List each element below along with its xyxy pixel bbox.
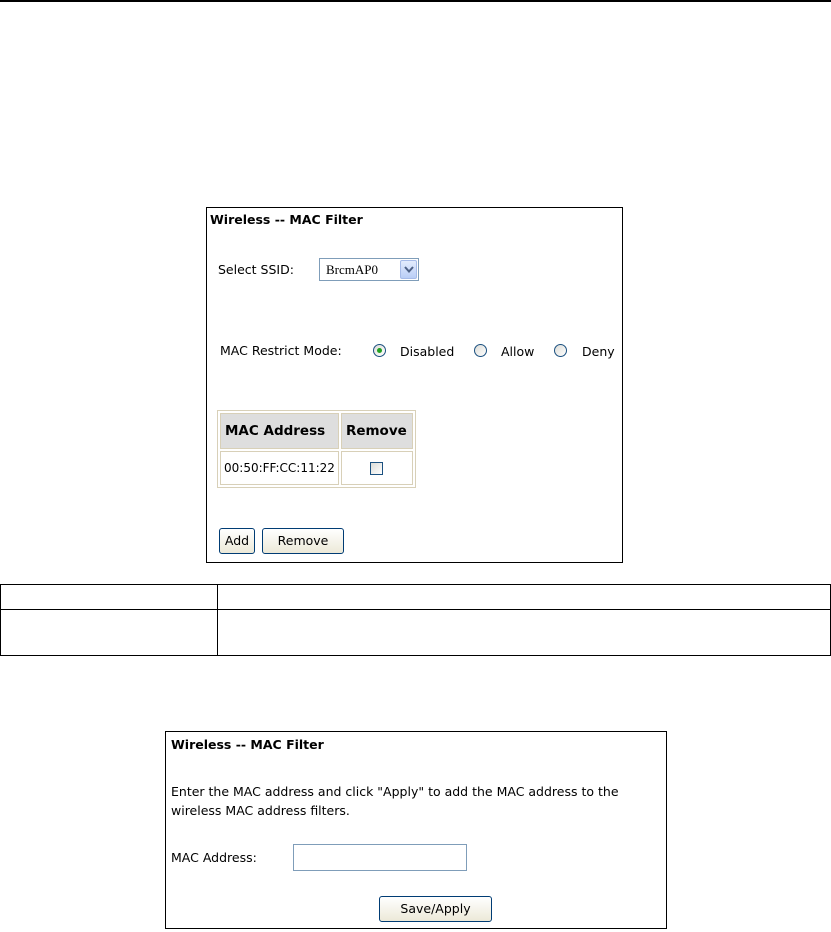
mac-address-header: MAC Address (220, 413, 339, 449)
add-mac-title: Wireless -- MAC Filter (171, 737, 324, 752)
radio-deny-label: Deny (582, 344, 615, 359)
radio-allow-label: Allow (501, 344, 535, 359)
instruction-line-2: wireless MAC address filters. (171, 803, 350, 818)
instruction-line-1: Enter the MAC address and click "Apply" … (171, 784, 619, 799)
description-cell (217, 609, 831, 656)
mac-address-input[interactable] (293, 844, 467, 871)
remove-checkbox[interactable] (370, 462, 384, 475)
description-cell (0, 584, 218, 610)
add-mac-panel: Wireless -- MAC Filter Enter the MAC add… (165, 731, 667, 929)
table-row: 00:50:FF:CC:11:22 (220, 451, 413, 485)
radio-deny[interactable] (554, 344, 567, 357)
save-apply-button[interactable]: Save/Apply (379, 896, 492, 922)
radio-disabled-label: Disabled (400, 344, 455, 359)
description-table (0, 584, 831, 656)
mac-filter-title: Wireless -- MAC Filter (210, 212, 363, 227)
mac-filter-panel: Wireless -- MAC Filter Select SSID: Brcm… (206, 207, 623, 563)
table-row (0, 609, 831, 656)
select-ssid-label: Select SSID: (218, 262, 294, 277)
ssid-select-value: BrcmAP0 (326, 262, 378, 277)
description-cell (217, 584, 831, 610)
mac-address-table: MAC Address Remove 00:50:FF:CC:11:22 (217, 410, 416, 488)
mac-restrict-mode-label: MAC Restrict Mode: (220, 343, 342, 358)
page-top-rule (0, 0, 831, 2)
table-header-row: MAC Address Remove (220, 413, 413, 449)
description-cell (0, 609, 218, 656)
mac-address-label: MAC Address: (171, 850, 257, 865)
radio-disabled[interactable] (373, 344, 386, 357)
remove-cell (340, 451, 413, 485)
radio-allow[interactable] (474, 344, 487, 357)
mac-address-cell: 00:50:FF:CC:11:22 (220, 451, 339, 485)
chevron-down-icon[interactable] (400, 260, 417, 279)
ssid-select[interactable]: BrcmAP0 (319, 258, 419, 281)
remove-button[interactable]: Remove (262, 528, 344, 554)
remove-header: Remove (340, 413, 413, 449)
add-button[interactable]: Add (219, 528, 255, 554)
table-row (0, 584, 831, 610)
